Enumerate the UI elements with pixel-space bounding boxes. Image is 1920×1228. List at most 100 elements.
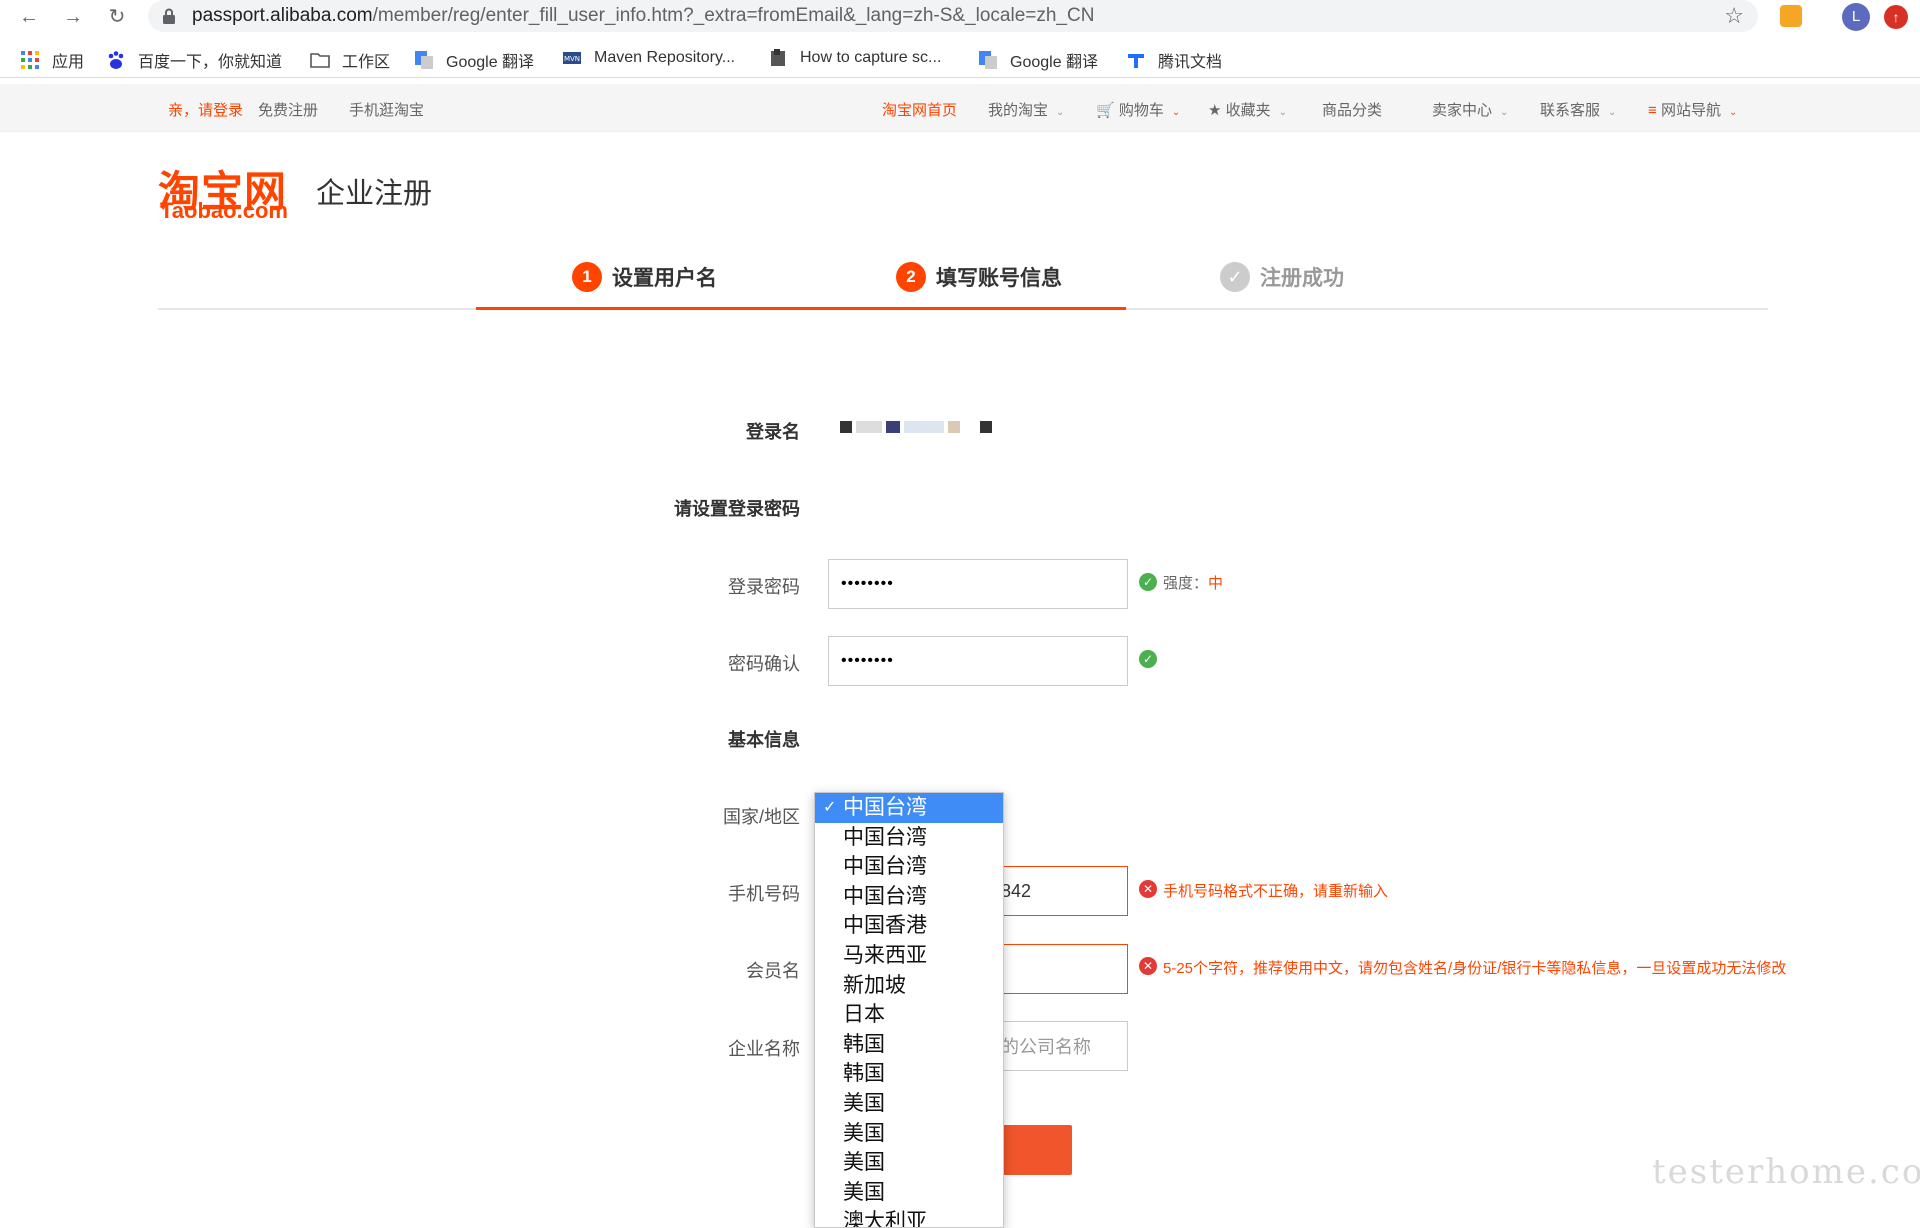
country-option-label: 日本 (843, 1003, 885, 1027)
country-option[interactable]: 中国台湾 (815, 852, 1003, 882)
favorites-menu[interactable]: ★ 收藏夹 ⌄ (1208, 99, 1287, 120)
step-set-username: 1 设置用户名 (572, 262, 717, 292)
password-section-title: 请设置登录密码 (674, 499, 800, 519)
country-option-label: 韩国 (843, 1032, 885, 1056)
confirm-password-field[interactable]: •••••••• (828, 636, 1128, 686)
maven-icon: MVN (563, 52, 581, 64)
cart-icon: 🛒 (1096, 102, 1115, 119)
country-option-label: 韩国 (843, 1062, 885, 1086)
my-taobao-menu[interactable]: 我的淘宝 ⌄ (988, 99, 1064, 120)
categories-link[interactable]: 商品分类 (1322, 99, 1382, 120)
chevron-down-icon: ⌄ (1056, 107, 1065, 118)
country-option-label: 新加坡 (843, 973, 906, 997)
login-link[interactable]: 亲，请登录 (168, 99, 243, 120)
country-option-label: 美国 (843, 1180, 885, 1204)
country-option-label: 美国 (843, 1121, 885, 1145)
member-name-label: 会员名 (746, 961, 800, 981)
extension-icon[interactable] (1780, 5, 1802, 27)
bookmark-folder[interactable]: 工作区 (310, 48, 390, 72)
bookmark-baidu[interactable]: 百度一下，你就知道 (106, 48, 282, 72)
country-option[interactable]: 新加坡 (815, 971, 1003, 1001)
bookmark-star-icon[interactable]: ☆ (1724, 3, 1744, 29)
company-name-label: 企业名称 (728, 1039, 800, 1059)
reload-icon[interactable]: ↻ (104, 4, 130, 30)
country-option[interactable]: 马来西亚 (815, 941, 1003, 971)
tencent-docs-icon (1128, 54, 1144, 68)
checkmark-icon: ✓ (823, 799, 837, 816)
check-circle-icon: ✓ (1139, 573, 1157, 591)
country-option[interactable]: 美国 (815, 1089, 1003, 1119)
country-option[interactable]: 中国台湾 (815, 882, 1003, 912)
login-name-value (840, 421, 992, 433)
bookmark-tencent-docs[interactable]: 腾讯文档 (1126, 48, 1222, 72)
country-option[interactable]: 中国台湾 (815, 823, 1003, 853)
bookmark-maven[interactable]: MVN Maven Repository... (562, 48, 735, 68)
update-icon[interactable]: ↑ (1884, 5, 1908, 29)
taobao-logo-en: Taobao.com (160, 198, 288, 223)
address-bar[interactable]: passport.alibaba.com/member/reg/enter_fi… (148, 0, 1758, 32)
country-option-label: 美国 (843, 1091, 885, 1115)
country-option[interactable]: 美国 (815, 1119, 1003, 1149)
menu-icon: ≡ (1648, 102, 1657, 119)
error-icon: ✕ (1139, 880, 1157, 898)
folder-icon (310, 53, 330, 68)
star-icon: ★ (1208, 102, 1222, 119)
bookmark-capture[interactable]: How to capture sc... (768, 48, 941, 68)
country-option[interactable]: ✓ 中国台湾 (815, 793, 1003, 823)
seller-center-menu[interactable]: 卖家中心 ⌄ (1432, 99, 1508, 120)
country-option-label: 马来西亚 (843, 943, 927, 967)
steps-progress (476, 307, 1126, 310)
site-nav: 亲，请登录 免费注册 手机逛淘宝 淘宝网首页 我的淘宝 ⌄ 🛒 购物车 ⌄ ★ 收藏… (0, 84, 1920, 132)
country-dropdown[interactable]: ✓ 中国台湾 中国台湾 中国台湾 中国台湾 中国香港 马来西亚 新加坡 日本 韩国 韩国 美国 美国 美国… (814, 792, 1004, 1228)
country-option[interactable]: 日本 (815, 1000, 1003, 1030)
country-option-label: 中国台湾 (843, 884, 927, 908)
country-option-label: 中国台湾 (843, 825, 927, 849)
country-label: 国家/地区 (722, 807, 800, 827)
country-option-label: 中国香港 (843, 914, 927, 938)
password-strength: 强度：中 (1163, 575, 1224, 592)
baidu-paw-icon (108, 51, 124, 69)
step-register-success: ✓ 注册成功 (1220, 262, 1344, 292)
phone-label: 手机号码 (728, 884, 800, 904)
avatar[interactable]: L (1842, 3, 1870, 31)
customer-service-menu[interactable]: 联系客服 ⌄ (1540, 99, 1616, 120)
country-option[interactable]: 美国 (815, 1178, 1003, 1208)
page-icon (771, 49, 785, 66)
browser-toolbar: ← → ↻ passport.alibaba.com/member/reg/en… (0, 0, 1920, 34)
country-option[interactable]: 澳大利亚 (815, 1207, 1003, 1228)
google-translate-icon (415, 51, 433, 69)
back-arrow-icon[interactable]: ← (16, 4, 42, 30)
page-title: 企业注册 (316, 178, 433, 210)
chevron-down-icon: ⌄ (1278, 107, 1288, 118)
bookmarks-bar: 应用 百度一下，你就知道 工作区 Google 翻译 MVN Maven Repo… (0, 40, 1920, 78)
country-option-label: 中国台湾 (843, 855, 927, 879)
lock-icon (163, 8, 175, 24)
country-option-label: 中国台湾 (843, 796, 927, 819)
country-option[interactable]: 美国 (815, 1148, 1003, 1178)
password-label: 登录密码 (728, 577, 800, 597)
check-circle-icon: ✓ (1139, 650, 1157, 668)
mobile-link[interactable]: 手机逛淘宝 (349, 99, 424, 120)
google-translate-icon (979, 51, 997, 69)
sitemap-menu[interactable]: ≡ 网站导航 ⌄ (1648, 99, 1737, 120)
country-option-label: 澳大利亚 (843, 1210, 927, 1228)
country-option[interactable]: 韩国 (815, 1030, 1003, 1060)
error-icon: ✕ (1139, 957, 1157, 975)
bookmark-apps[interactable]: 应用 (20, 48, 84, 72)
watermark: testerhome.com (1652, 1152, 1920, 1192)
check-icon: ✓ (1220, 262, 1250, 292)
bookmark-google-translate[interactable]: Google 翻译 (414, 48, 534, 72)
country-option[interactable]: 中国香港 (815, 911, 1003, 941)
chevron-down-icon: ⌄ (1728, 107, 1738, 118)
bookmark-google-translate-2[interactable]: Google 翻译 (978, 48, 1098, 72)
password-field[interactable]: •••••••• (828, 559, 1128, 609)
country-option[interactable]: 韩国 (815, 1059, 1003, 1089)
register-link[interactable]: 免费注册 (258, 99, 318, 120)
member-name-hint: 5-25个字符，推荐使用中文，请勿包含姓名/身份证/银行卡等隐私信息，一旦设置成… (1163, 960, 1787, 977)
country-option-label: 美国 (843, 1151, 885, 1175)
forward-arrow-icon[interactable]: → (60, 4, 86, 30)
chevron-down-icon: ⌄ (1608, 107, 1617, 118)
login-name-label: 登录名 (746, 422, 800, 442)
cart-menu[interactable]: 🛒 购物车 ⌄ (1096, 99, 1180, 120)
home-link[interactable]: 淘宝网首页 (882, 99, 957, 120)
